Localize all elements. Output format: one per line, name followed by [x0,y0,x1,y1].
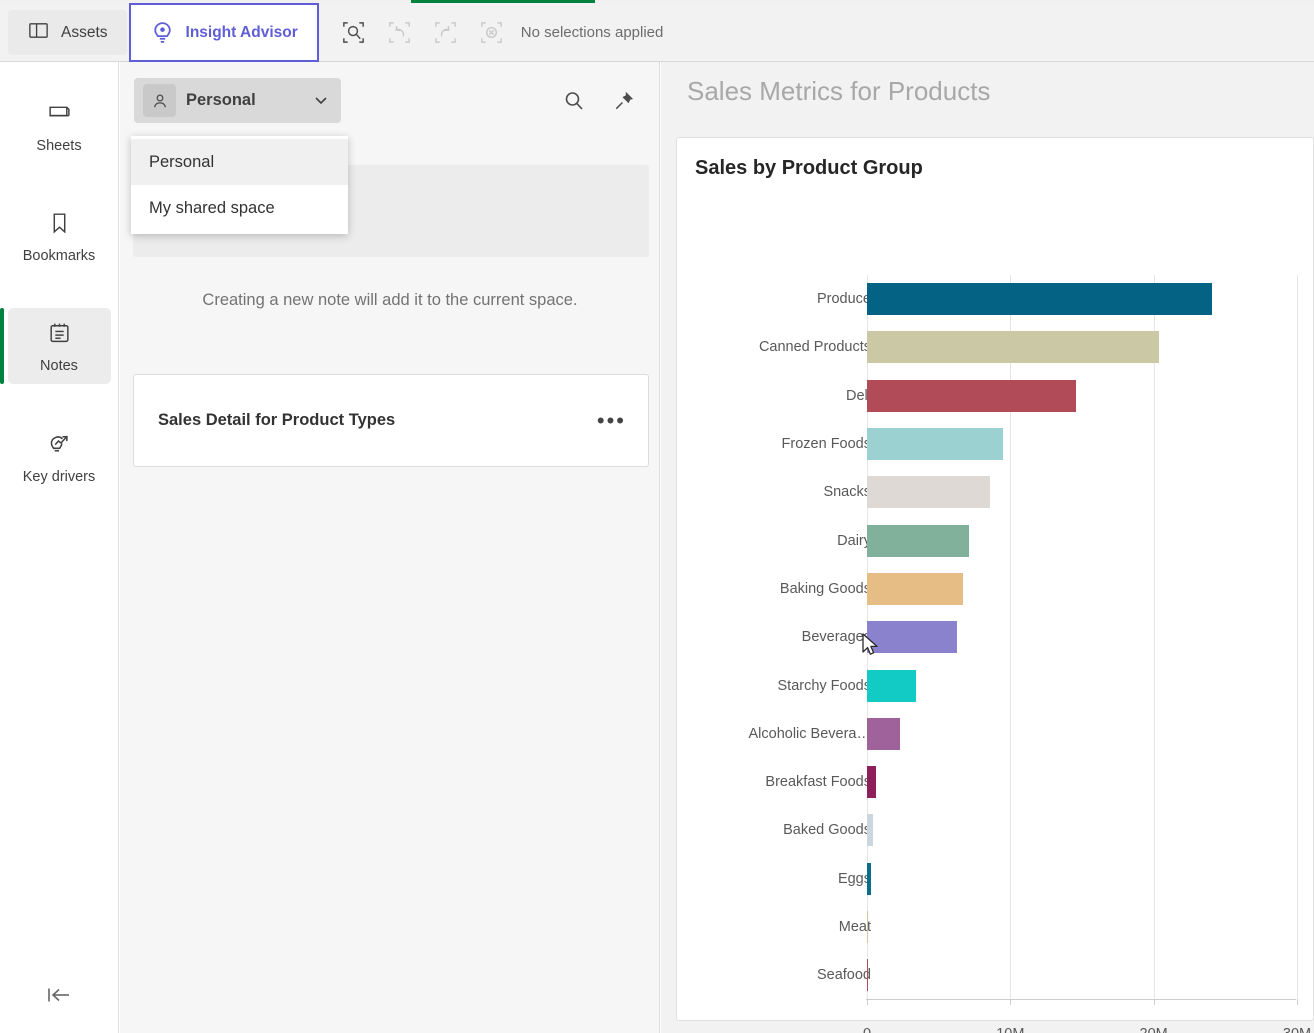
bar-category-label: Breakfast Foods [765,774,871,791]
space-picker-button[interactable]: Personal [134,78,341,123]
bar-row[interactable]: Snacks [677,468,1314,516]
bar-row[interactable]: Starchy Foods [677,661,1314,709]
undo-icon[interactable] [383,15,417,49]
bar-category-label: Seafood [816,967,871,984]
bar-category-label: Dairy [837,532,871,549]
x-axis-tick-mark [1297,999,1298,1005]
bar[interactable] [867,669,916,702]
bar[interactable] [867,572,964,605]
tab-assets-label: Assets [61,23,108,41]
clear-selections-icon[interactable] [475,15,509,49]
sidebar-item-notes[interactable]: Notes [0,308,111,384]
bar-category-label: Baked Goods [783,822,871,839]
note-card[interactable]: Sales Detail for Product Types ••• [133,374,649,467]
collapse-left-icon[interactable] [44,984,74,1011]
bar-row[interactable]: Baked Goods [677,806,1314,854]
space-menu-item-shared-label: My shared space [149,198,275,217]
bar-row[interactable]: Dairy [677,517,1314,565]
x-axis-tick-mark [1153,999,1155,1005]
bar-category-label: Canned Products [758,339,871,356]
bar[interactable] [867,862,871,895]
bar-row[interactable]: Meat [677,903,1314,951]
bar-row[interactable]: Deli [677,372,1314,420]
bar-row[interactable]: Produce [677,275,1314,323]
toolbar-separator [319,3,331,61]
x-axis-tick-mark [1010,999,1012,1005]
bar-row[interactable]: Frozen Foods [677,420,1314,468]
sidebar-item-sheets-label: Sheets [36,138,82,154]
pin-icon[interactable] [611,88,637,114]
content-area: Sales Metrics for Products Sales by Prod… [661,62,1314,1033]
x-axis-tick-label: 30M [1283,1026,1311,1033]
bar-row[interactable]: Seafood [677,951,1314,999]
sidebar-item-notes-label: Notes [40,358,78,374]
bar-category-label: Alcoholic Bevera… [748,725,872,742]
panel-icon [27,19,50,47]
bar-row[interactable]: Canned Products [677,323,1314,371]
sidebar-item-key-drivers[interactable]: Key drivers [8,418,111,495]
selection-search-icon[interactable] [337,15,371,49]
bar[interactable] [867,911,869,944]
x-axis-tick-label: 10M [996,1026,1024,1033]
tab-insight-advisor-label: Insight Advisor [185,23,298,41]
bar-row[interactable]: Baking Goods [677,565,1314,613]
bar-category-label: Starchy Foods [777,677,872,694]
bar-category-label: Snacks [823,484,871,501]
bar-category-label: Produce [816,291,871,308]
space-dropdown-menu: Personal My shared space [131,136,348,234]
notes-hint-text: Creating a new note will add it to the c… [202,291,578,309]
key-drivers-icon [46,430,72,460]
space-menu-item-personal-label: Personal [149,152,215,171]
bar[interactable] [867,331,1160,364]
bar-row[interactable]: Eggs [677,855,1314,903]
bar-row[interactable]: Beverages [677,613,1314,661]
insight-bulb-icon [150,20,175,45]
bar-row[interactable]: Breakfast Foods [677,758,1314,806]
bar[interactable] [867,766,876,799]
space-menu-item-personal[interactable]: Personal [131,139,348,185]
x-axis-tick-mark [867,999,868,1005]
more-options-icon[interactable]: ••• [597,409,626,431]
bar[interactable] [867,283,1213,316]
page-title: Sales Metrics for Products [687,76,991,106]
bar[interactable] [867,717,900,750]
note-card-title: Sales Detail for Product Types [158,411,396,429]
x-axis-tick-label: 0 [863,1026,871,1033]
bar[interactable] [867,476,991,509]
sidebar-item-key-drivers-label: Key drivers [22,469,96,485]
bar[interactable] [867,428,1004,461]
sidebar-item-sheets[interactable]: Sheets [8,88,111,164]
bookmark-icon [47,210,72,239]
x-axis-tick-label: 20M [1140,1026,1168,1033]
bar-chart-plot[interactable]: Produce Canned Products Deli Frozen Foods Sn… [677,138,1314,1033]
notes-panel-header: Personal [120,62,660,137]
user-avatar-icon [143,84,176,117]
sheet-icon [47,100,72,129]
chevron-down-icon [314,94,332,107]
selection-status: No selections applied [520,23,664,41]
search-icon[interactable] [561,88,587,114]
bar-row[interactable]: Alcoholic Bevera… [677,710,1314,758]
redo-icon[interactable] [429,15,463,49]
sidebar-item-bookmarks-label: Bookmarks [22,248,96,264]
bar[interactable] [867,379,1077,412]
sidebar-item-bookmarks[interactable]: Bookmarks [8,198,111,274]
tab-assets[interactable]: Assets [8,10,127,55]
space-picker-label: Personal [186,91,256,109]
notes-calendar-icon [47,320,72,349]
tab-insight-advisor[interactable]: Insight Advisor [128,3,319,62]
bar[interactable] [867,959,869,992]
space-menu-item-shared[interactable]: My shared space [131,185,348,231]
chart-card[interactable]: Sales by Product Group Produce Canned Pro… [676,137,1314,1033]
top-toolbar: Assets Insight Advisor No selections app… [0,3,1314,62]
left-rail: Sheets Bookmarks Notes Key drivers [0,62,119,1033]
mouse-pointer-icon [861,633,881,664]
bar[interactable] [867,814,874,847]
bar-category-label: Baking Goods [779,580,871,597]
bar-category-label: Frozen Foods [781,436,871,453]
notes-panel: Creating a new note will add it to the c… [120,62,660,1033]
bar[interactable] [867,524,969,557]
